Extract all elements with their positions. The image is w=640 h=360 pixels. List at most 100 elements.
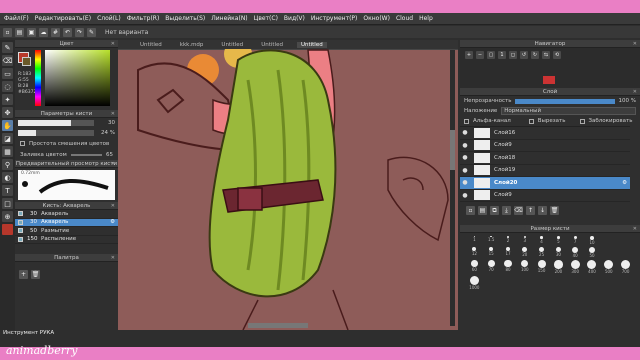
swatch-fg-icon[interactable] <box>2 224 13 235</box>
close-icon[interactable]: ✕ <box>111 41 115 47</box>
bg-color-swatch[interactable] <box>22 57 31 66</box>
brush-size-option[interactable]: 1.5 <box>488 236 494 245</box>
layer-row[interactable]: ● Слой16 <box>460 127 630 140</box>
zoom-icon[interactable]: ⊕ <box>2 211 13 222</box>
brush-size-option[interactable]: 1000 <box>469 276 479 290</box>
brush-size-option[interactable]: 1 <box>473 236 476 245</box>
close-icon[interactable]: ✕ <box>633 226 637 232</box>
stabilizer-row[interactable]: Простота смешения цветов <box>15 138 118 149</box>
close-icon[interactable]: ✕ <box>111 255 115 261</box>
hue-slider[interactable] <box>35 50 41 106</box>
gradient-icon[interactable]: ▦ <box>2 146 13 157</box>
zoom-actual-icon[interactable]: 1 <box>498 51 506 59</box>
menu-file[interactable]: Файл(F) <box>4 15 29 22</box>
eraser-tool-icon[interactable]: ⌫ <box>2 55 13 66</box>
brush-size-option[interactable]: 300 <box>570 260 580 274</box>
reset-view-icon[interactable]: ⟲ <box>553 51 561 59</box>
zoom-fit-icon[interactable]: ▢ <box>487 51 495 59</box>
menu-window[interactable]: Окно(W) <box>363 15 390 22</box>
layer-row[interactable]: ● Слой9 <box>460 190 630 202</box>
shape-tool-icon[interactable]: □ <box>2 198 13 209</box>
brush-size-option[interactable]: 17 <box>505 246 511 258</box>
menu-filter[interactable]: Фильтр(R) <box>127 15 160 22</box>
rotate-right-icon[interactable]: ↻ <box>531 51 539 59</box>
delete-layer-icon[interactable]: 🗑 <box>550 206 559 215</box>
new-file-icon[interactable]: ▫ <box>3 27 12 37</box>
eye-icon[interactable]: ● <box>460 154 470 161</box>
rotate-left-icon[interactable]: ↺ <box>520 51 528 59</box>
move-down-icon[interactable]: ↓ <box>538 206 547 215</box>
merge-down-icon[interactable]: ⤓ <box>502 206 511 215</box>
brush-size-option[interactable]: 20 <box>522 246 527 258</box>
select-rect-icon[interactable]: ▭ <box>2 68 13 79</box>
grid-icon[interactable]: # <box>51 27 60 37</box>
lasso-icon[interactable]: ◌ <box>2 81 13 92</box>
brush-size-option[interactable]: 40 <box>572 246 579 258</box>
brush-item[interactable]: 50 Размытие <box>15 227 118 236</box>
brush-size-option[interactable]: 10 <box>589 236 595 245</box>
variant-icon[interactable]: ✎ <box>87 27 96 37</box>
brush-size-slider[interactable] <box>18 120 94 126</box>
clear-layer-icon[interactable]: ⌫ <box>514 206 523 215</box>
menu-view[interactable]: Вид(V) <box>284 15 305 22</box>
brush-size-option[interactable]: 100 <box>521 260 529 274</box>
magic-wand-icon[interactable]: ✦ <box>2 94 13 105</box>
eye-icon[interactable]: ● <box>460 179 470 186</box>
navigator-thumbnail[interactable] <box>543 76 555 84</box>
new-layer-icon[interactable]: ▫ <box>466 206 475 215</box>
zoom-out-icon[interactable]: − <box>476 51 484 59</box>
layer-row[interactable]: ● Слой9 <box>460 140 630 152</box>
canvas-area[interactable] <box>118 40 458 330</box>
brush-size-option[interactable]: 5 <box>556 236 560 245</box>
blur-icon[interactable]: ◐ <box>2 172 13 183</box>
hand-tool-icon[interactable]: ✋ <box>2 120 13 131</box>
zoom-100-icon[interactable]: ◻ <box>509 51 517 59</box>
menu-color[interactable]: Цвет(C) <box>254 15 278 22</box>
saturation-value-square[interactable] <box>45 50 110 106</box>
layer-row[interactable]: ● Слой19 <box>460 165 630 177</box>
alpha-checkbox[interactable] <box>464 118 469 124</box>
close-icon[interactable]: ✕ <box>111 203 115 209</box>
zoom-in-icon[interactable]: + <box>465 51 473 59</box>
palette-delete-icon[interactable]: 🗑 <box>31 270 40 279</box>
duplicate-layer-icon[interactable]: ⧉ <box>490 206 499 215</box>
redo-icon[interactable]: ↷ <box>75 27 84 37</box>
eye-icon[interactable]: ● <box>460 167 470 174</box>
menu-layer[interactable]: Слой(L) <box>97 15 121 22</box>
vertical-scrollbar[interactable] <box>450 50 455 326</box>
close-icon[interactable]: ✕ <box>111 111 115 117</box>
menu-ruler[interactable]: Линейка(N) <box>211 15 247 22</box>
tab-untitled-1[interactable]: Untitled <box>136 42 166 48</box>
tab-kkk[interactable]: kkk.mdp <box>176 42 208 48</box>
palette-add-icon[interactable]: + <box>19 270 28 279</box>
close-icon[interactable]: ✕ <box>633 89 637 95</box>
brush-size-option[interactable]: 50 <box>588 246 596 258</box>
brush-size-option[interactable]: 150 <box>537 260 546 274</box>
brush-size-option[interactable]: 400 <box>587 260 597 274</box>
brush-size-option[interactable]: 700 <box>621 260 631 274</box>
blend-select[interactable]: Нормальный <box>501 107 636 115</box>
save-icon[interactable]: ▣ <box>27 27 36 37</box>
move-up-icon[interactable]: ↑ <box>526 206 535 215</box>
fill-bucket-icon[interactable]: ◪ <box>2 133 13 144</box>
close-icon[interactable]: ✕ <box>633 41 637 47</box>
clip-checkbox[interactable] <box>528 118 534 124</box>
gear-icon[interactable]: ⚙ <box>110 219 115 225</box>
close-icon[interactable]: ✕ <box>111 161 115 167</box>
eye-icon[interactable]: ● <box>460 142 470 149</box>
menu-help[interactable]: Help <box>419 15 433 22</box>
menu-tool[interactable]: Инструмент(P) <box>311 15 358 22</box>
undo-icon[interactable]: ↶ <box>63 27 72 37</box>
open-file-icon[interactable]: ▤ <box>15 27 24 37</box>
eye-icon[interactable]: ● <box>460 192 470 199</box>
brush-size-option[interactable]: 12 <box>472 246 477 258</box>
brush-item-selected[interactable]: 30 Акварель ⚙ <box>15 218 118 227</box>
new-folder-icon[interactable]: ▤ <box>478 206 487 215</box>
fill-color-slider[interactable] <box>70 153 102 156</box>
brush-size-option[interactable]: 7 <box>573 236 577 245</box>
brush-size-option[interactable]: 25 <box>538 246 545 258</box>
brush-size-option[interactable]: 2 <box>507 236 509 245</box>
color-picker[interactable]: R:183 G:55 B:28 #B6372B <box>15 48 118 110</box>
tab-untitled-2[interactable]: Untitled <box>217 42 247 48</box>
brush-size-option[interactable]: 15 <box>489 246 494 258</box>
